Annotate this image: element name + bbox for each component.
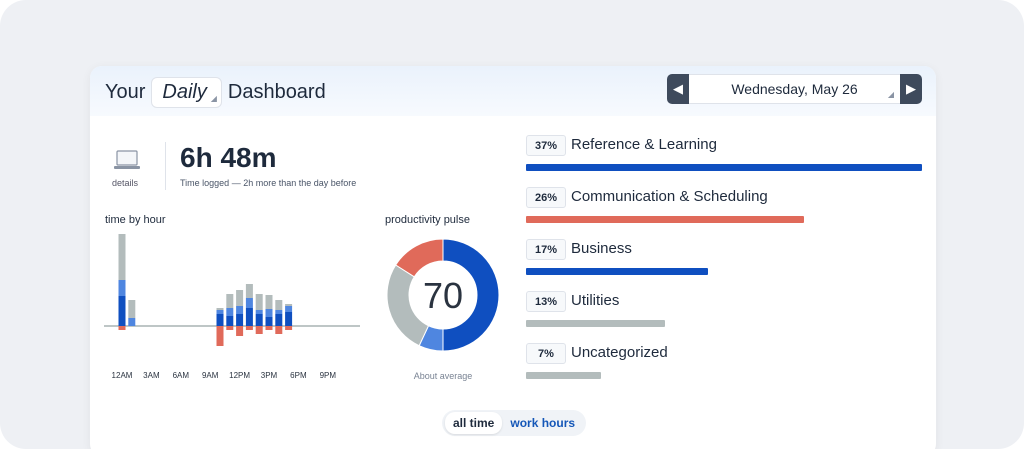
time-range-toggle: all time work hours	[442, 410, 587, 436]
hour-bar-segment	[255, 314, 263, 326]
category-name: Reference & Learning	[571, 136, 717, 153]
category-percent: 13%	[526, 291, 566, 312]
hour-tick-label: 12PM	[229, 371, 250, 380]
hour-bar-segment	[216, 314, 224, 326]
category-bar	[526, 164, 922, 171]
category-percent: 17%	[526, 239, 566, 260]
category-name: Uncategorized	[571, 344, 668, 361]
hour-bar-segment	[265, 326, 273, 330]
hour-bar-segment	[118, 280, 126, 296]
productivity-pulse-donut: 70	[386, 238, 500, 352]
hour-bar-segment	[285, 306, 293, 312]
time-by-hour-title: time by hour	[105, 214, 166, 226]
category-bar	[526, 268, 708, 275]
hour-bar-segment	[236, 314, 244, 326]
category-row[interactable]: 7% Uncategorized	[526, 343, 926, 383]
hour-bar-segment	[255, 294, 263, 310]
date-value: Wednesday, May 26	[731, 81, 858, 97]
hour-bar-segment	[216, 310, 224, 314]
hour-bar-segment	[245, 326, 253, 330]
hour-bar-segment	[118, 326, 126, 330]
divider	[165, 142, 166, 190]
period-value: Daily	[162, 80, 207, 103]
hour-bar-segment	[118, 234, 126, 280]
hour-tick-label: 9PM	[320, 371, 337, 380]
work-hours-option[interactable]: work hours	[502, 412, 583, 434]
pulse-score: 70	[423, 275, 463, 316]
hour-bar-segment	[128, 318, 136, 326]
category-name: Business	[571, 240, 632, 257]
date-select[interactable]: Wednesday, May 26 ◢	[689, 74, 900, 104]
title-prefix: Your	[105, 80, 146, 103]
hour-bar-segment	[236, 326, 244, 336]
hour-bar-segment	[118, 296, 126, 326]
caret-icon: ◢	[887, 90, 894, 99]
hour-tick-label: 9AM	[202, 371, 219, 380]
category-row[interactable]: 37% Reference & Learning	[526, 135, 926, 175]
productivity-pulse-title: productivity pulse	[385, 214, 470, 226]
category-name: Utilities	[571, 292, 620, 309]
category-bar	[526, 216, 805, 223]
category-name: Communication & Scheduling	[571, 188, 768, 205]
hour-bar-segment	[265, 317, 273, 326]
pulse-caption: About average	[413, 371, 473, 381]
details-link[interactable]: details	[112, 178, 138, 188]
laptop-icon[interactable]	[114, 150, 140, 170]
hour-bar-segment	[226, 308, 234, 316]
hour-bar-segment	[255, 310, 263, 314]
hour-bar-segment	[285, 312, 293, 326]
hour-bar-segment	[245, 284, 253, 298]
hour-bar-segment	[285, 326, 293, 330]
time-by-hour-chart: 12AM 3AM 6AM 9AM 12PM 3PM 6PM 9PM	[104, 234, 360, 380]
hour-bar-segment	[245, 298, 253, 308]
hour-bar-segment	[245, 308, 253, 326]
category-percent: 26%	[526, 187, 566, 208]
hour-bar-segment	[255, 326, 263, 334]
hour-bar-segment	[265, 295, 273, 309]
hour-tick-label: 6AM	[173, 371, 190, 380]
category-percent: 7%	[526, 343, 566, 364]
hour-bar-segment	[275, 326, 283, 334]
next-day-button[interactable]: ▶	[900, 74, 922, 104]
period-select[interactable]: Daily ◢	[151, 76, 222, 108]
category-bar	[526, 372, 601, 379]
title-suffix: Dashboard	[227, 80, 326, 103]
hour-bar-segment	[226, 326, 234, 330]
hour-bar-segment	[236, 290, 244, 306]
caret-icon: ◢	[210, 93, 217, 103]
hour-bar-segment	[226, 294, 234, 308]
hour-bar-segment	[226, 316, 234, 326]
hour-bar-segment	[275, 310, 283, 314]
category-row[interactable]: 17% Business	[526, 239, 926, 279]
dashboard-card: Your Daily ◢ Dashboard ◀ Wednesday, May …	[90, 66, 936, 449]
hour-tick-label: 3PM	[261, 371, 278, 380]
triangle-right-icon: ▶	[906, 81, 916, 96]
category-bar	[526, 320, 666, 327]
dashboard-title: Your Daily ◢ Dashboard	[105, 76, 326, 108]
hour-bar-segment	[275, 300, 283, 310]
category-row[interactable]: 13% Utilities	[526, 291, 926, 331]
hour-tick-label: 6PM	[290, 371, 307, 380]
hour-bar-segment	[236, 306, 244, 314]
hour-bar-segment	[285, 304, 293, 306]
time-logged-value: 6h 48m	[180, 142, 277, 173]
hour-tick-label: 3AM	[143, 371, 160, 380]
date-navigator: ◀ Wednesday, May 26 ◢ ▶	[667, 74, 922, 104]
hour-bar-segment	[216, 308, 224, 310]
hour-bar-segment	[128, 300, 136, 318]
previous-day-button[interactable]: ◀	[667, 74, 689, 104]
hour-bar-segment	[216, 326, 224, 346]
hour-bar-segment	[265, 309, 273, 317]
triangle-left-icon: ◀	[673, 81, 683, 96]
all-time-option[interactable]: all time	[445, 412, 503, 434]
category-row[interactable]: 26% Communication & Scheduling	[526, 187, 926, 227]
category-percent: 37%	[526, 135, 566, 156]
app-frame: Your Daily ◢ Dashboard ◀ Wednesday, May …	[0, 0, 1024, 449]
hour-tick-label: 12AM	[112, 371, 133, 380]
time-logged-subtitle: Time logged — 2h more than the day befor…	[180, 178, 357, 188]
hour-bar-segment	[275, 314, 283, 326]
